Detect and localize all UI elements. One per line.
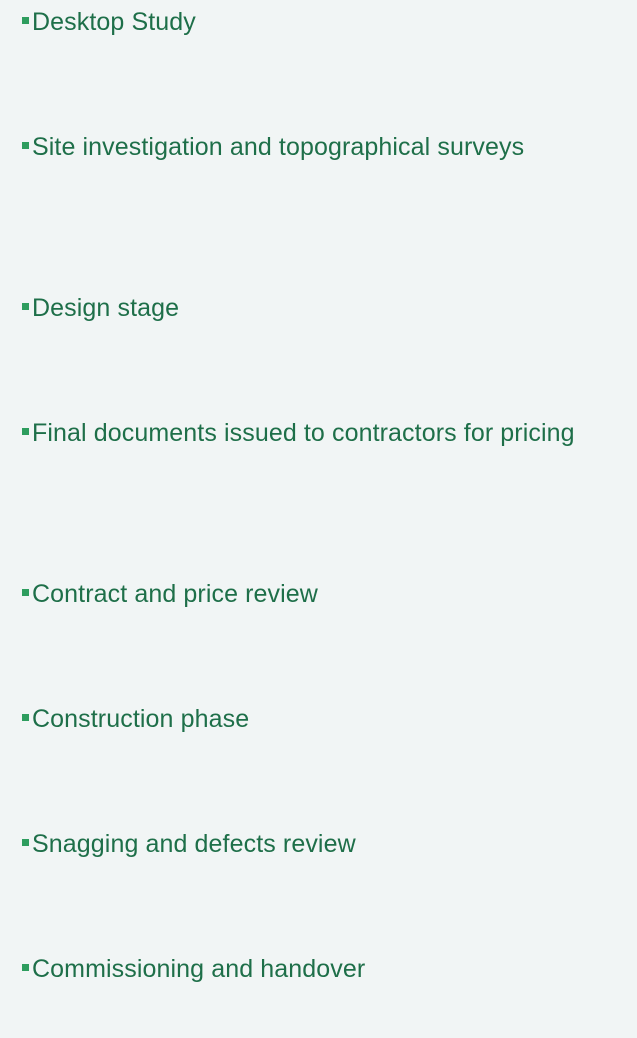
square-bullet-icon — [22, 17, 29, 24]
list-item: Design stage — [22, 290, 627, 326]
list-item-label: Final documents issued to contractors fo… — [32, 419, 575, 447]
square-bullet-icon — [22, 964, 29, 971]
square-bullet-icon — [22, 839, 29, 846]
list-item: Site investigation and topographical sur… — [22, 129, 627, 165]
list-item-label: Commissioning and handover — [32, 955, 366, 983]
list-item-label: Desktop Study — [32, 8, 196, 36]
list-item-label: Construction phase — [32, 705, 250, 733]
square-bullet-icon — [22, 303, 29, 310]
list-item: Desktop Study — [22, 4, 627, 40]
square-bullet-icon — [22, 714, 29, 721]
stage-list: Desktop Study Site investigation and top… — [0, 0, 637, 1038]
list-item: Construction phase — [22, 701, 627, 737]
list-item-label: Contract and price review — [32, 580, 318, 608]
list-item: Final documents issued to contractors fo… — [22, 415, 627, 451]
square-bullet-icon — [22, 589, 29, 596]
list-item-label: Snagging and defects review — [32, 830, 356, 858]
list-item: Contract and price review — [22, 576, 627, 612]
list-item: Snagging and defects review — [22, 826, 627, 862]
square-bullet-icon — [22, 142, 29, 149]
square-bullet-icon — [22, 428, 29, 435]
list-item-label: Site investigation and topographical sur… — [32, 133, 525, 161]
list-item-label: Design stage — [32, 294, 180, 322]
list-item: Commissioning and handover — [22, 951, 627, 987]
